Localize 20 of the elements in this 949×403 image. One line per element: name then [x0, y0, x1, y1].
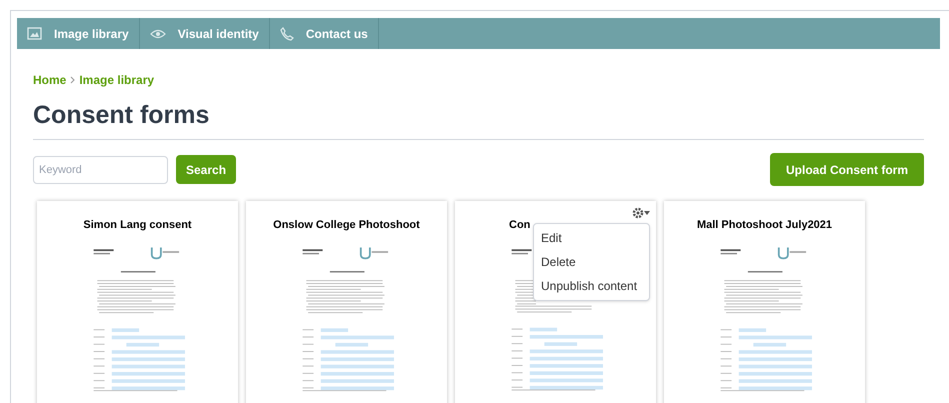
chevron-icon	[70, 76, 76, 84]
card-title: Mall Photoshoot July2021	[696, 218, 832, 233]
breadcrumb-link[interactable]: Image library	[79, 71, 154, 89]
menu-item[interactable]: Delete	[534, 250, 649, 274]
settings-dropdown-button[interactable]	[632, 207, 650, 219]
eye-icon	[150, 28, 166, 38]
menu-item[interactable]: Unpublish content	[534, 274, 649, 298]
image-icon	[27, 27, 42, 40]
breadcrumb-link[interactable]: Home	[33, 71, 66, 89]
gear-icon	[632, 207, 644, 219]
card-title: Onslow College Photoshoot	[273, 218, 420, 233]
phone-icon	[280, 26, 294, 40]
caret-icon	[644, 211, 650, 215]
upload-button[interactable]: Upload Consent form	[770, 153, 924, 186]
card-title: Simon Lang consent	[83, 218, 192, 233]
menu-item[interactable]: Edit	[534, 226, 649, 250]
search-field[interactable]: Keyword	[33, 156, 168, 184]
card-title: Con	[509, 218, 530, 233]
search-button[interactable]: Search	[176, 155, 236, 184]
page-title: Consent forms	[33, 100, 210, 131]
